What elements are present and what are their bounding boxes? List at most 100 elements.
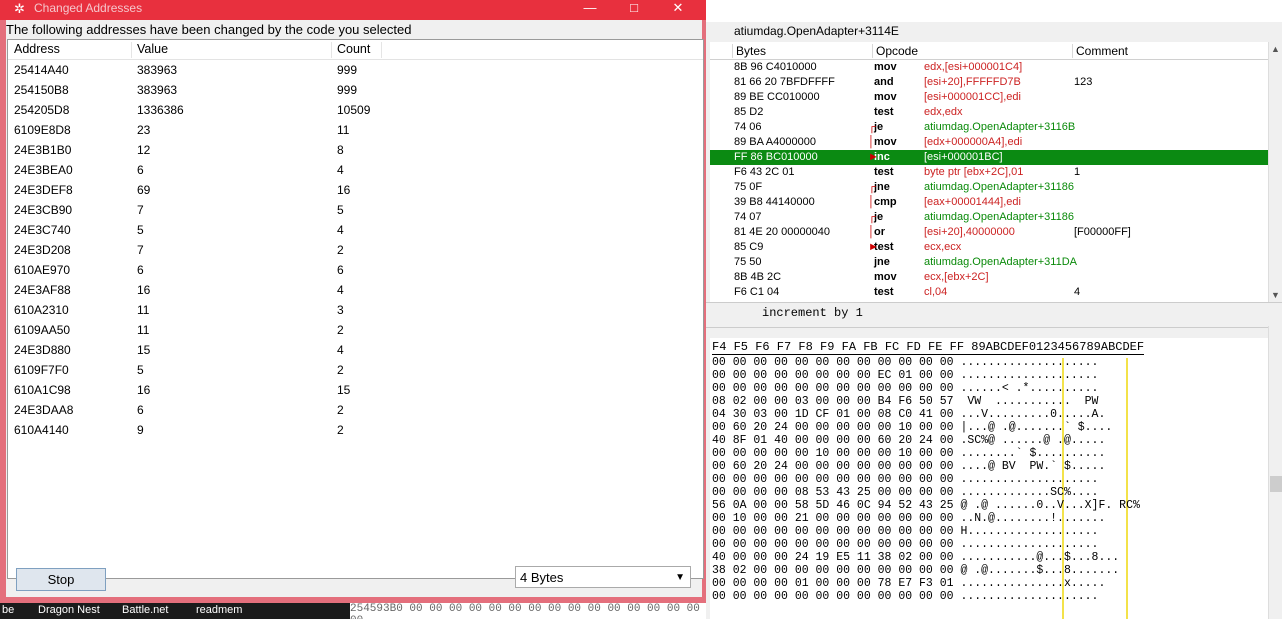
disassembly-row[interactable]: 85 C9 test ecx,ecx ► (710, 240, 1268, 255)
table-row[interactable]: 24E3AF88 16 4 (8, 280, 703, 300)
disassembler-scrollbar[interactable]: ▲ ▼ (1268, 42, 1282, 302)
hex-row[interactable]: 04 30 03 00 1D CF 01 00 08 C0 41 00 ...V… (712, 408, 1105, 421)
table-row[interactable]: 24E3CB90 7 5 (8, 200, 703, 220)
table-row[interactable]: 24E3C740 5 4 (8, 220, 703, 240)
hex-row[interactable]: 40 00 00 00 24 19 E5 11 38 02 00 00 ....… (712, 551, 1119, 564)
hex-row[interactable]: 00 00 00 00 00 00 00 00 00 00 00 00 H...… (712, 525, 1098, 538)
table-row[interactable]: 6109AA50 11 2 (8, 320, 703, 340)
column-opcode[interactable]: Opcode (872, 44, 918, 58)
hex-view[interactable]: F4 F5 F6 F7 F8 F9 FA FB FC FD FE FF 89AB… (710, 338, 1268, 619)
table-row[interactable]: 6109F7F0 5 2 (8, 360, 703, 380)
taskbar-item[interactable]: be (2, 604, 14, 616)
table-row[interactable]: 610A2310 11 3 (8, 300, 703, 320)
hex-row[interactable]: 40 8F 01 40 00 00 00 00 60 20 24 00 .SC%… (712, 434, 1105, 447)
hex-row[interactable]: 00 60 20 24 00 00 00 00 00 10 00 00 |...… (712, 421, 1112, 434)
disassembly-row[interactable]: F6 C1 04 test cl,04 4 (710, 285, 1268, 300)
dialog-message: The following addresses have been change… (6, 22, 412, 37)
table-row[interactable]: 610AE970 6 6 (8, 260, 703, 280)
table-row[interactable]: 24E3B1B0 12 8 (8, 140, 703, 160)
address-cell: 6109F7F0 (14, 363, 69, 377)
hex-row[interactable]: 00 00 00 00 00 00 00 00 00 00 00 00 ....… (712, 382, 1098, 395)
instruction-operands: edx,[esi+000001C4] (924, 61, 1023, 73)
table-row[interactable]: 24E3DEF8 69 16 (8, 180, 703, 200)
stop-button[interactable]: Stop (16, 568, 106, 591)
address-cell: 254205D8 (14, 103, 70, 117)
disassembly-row[interactable]: 89 BE CC010000 mov [esi+000001CC],edi (710, 90, 1268, 105)
count-cell: 999 (337, 83, 358, 97)
disassembly-row[interactable]: 39 B8 44140000 cmp [eax+00001444],edi │ (710, 195, 1268, 210)
hex-row[interactable]: 00 00 00 00 00 00 00 00 00 00 00 00 ....… (712, 590, 1098, 603)
hex-scrollbar[interactable] (1268, 326, 1282, 619)
table-row[interactable]: 24E3DAA8 6 2 (8, 400, 703, 420)
scroll-up-icon[interactable]: ▲ (1271, 44, 1280, 54)
disassembly-row[interactable]: 74 06 je atiumdag.OpenAdapter+3116B ┌ (710, 120, 1268, 135)
maximize-button[interactable]: □ (612, 0, 656, 17)
table-row[interactable]: 610A4140 9 2 (8, 420, 703, 440)
hex-row[interactable]: 00 00 00 00 00 00 00 00 00 00 00 00 ....… (712, 473, 1098, 486)
disassembly-row[interactable]: F6 43 2C 01 test byte ptr [ebx+2C],01 1 (710, 165, 1268, 180)
table-row[interactable]: 6109E8D8 23 11 (8, 120, 703, 140)
hex-row[interactable]: 00 10 00 00 21 00 00 00 00 00 00 00 ..N.… (712, 512, 1105, 525)
instruction-bytes: 89 BA A4000000 (734, 136, 816, 148)
disassembly-row[interactable]: FF 86 BC010000 inc [esi+000001BC] ► (710, 150, 1268, 165)
hex-row[interactable]: 56 0A 00 00 58 5D 46 0C 94 52 43 25 @ .@… (712, 499, 1140, 512)
disassembler-listing[interactable]: 8B 96 C4010000 mov edx,[esi+000001C4] 81 66… (710, 60, 1268, 302)
hex-row[interactable]: 00 00 00 00 00 00 00 00 EC 01 00 00 ....… (712, 369, 1098, 382)
hex-row[interactable]: 00 00 00 00 08 53 43 25 00 00 00 00 ....… (712, 486, 1098, 499)
instruction-bytes: 81 66 20 7BFDFFFF (734, 76, 835, 88)
table-row[interactable]: 254150B8 383963 999 (8, 80, 703, 100)
instruction-operands: atiumdag.OpenAdapter+31186 (924, 211, 1074, 223)
instruction-operands: [esi+000001BC] (924, 151, 1003, 163)
disassembly-row[interactable]: 75 50 jne atiumdag.OpenAdapter+311DA (710, 255, 1268, 270)
count-cell: 4 (337, 163, 344, 177)
table-row[interactable]: 24E3BEA0 6 4 (8, 160, 703, 180)
column-address[interactable]: Address (8, 42, 132, 58)
value-cell: 11 (137, 323, 150, 337)
table-row[interactable]: 25414A40 383963 999 (8, 60, 703, 80)
dialog-titlebar[interactable]: ✲ Changed Addresses — □ ✕ (0, 0, 706, 20)
close-button[interactable]: ✕ (656, 0, 700, 17)
disassembly-row[interactable]: 75 0F jne atiumdag.OpenAdapter+31186 ┌ (710, 180, 1268, 195)
count-cell: 2 (337, 423, 344, 437)
disassembly-row[interactable]: 81 66 20 7BFDFFFF and [esi+20],FFFFFD7B 123 (710, 75, 1268, 90)
hex-row[interactable]: 00 00 00 00 01 00 00 00 78 E7 F3 01 ....… (712, 577, 1105, 590)
taskbar-item[interactable]: readmem (196, 604, 242, 616)
table-row[interactable]: 24E3D208 7 2 (8, 240, 703, 260)
value-cell: 7 (137, 243, 144, 257)
taskbar-item[interactable]: Dragon Nest (38, 604, 100, 616)
hex-row[interactable]: 00 60 20 24 00 00 00 00 00 00 00 00 ....… (712, 460, 1105, 473)
minimize-button[interactable]: — (568, 0, 612, 17)
scroll-down-icon[interactable]: ▼ (1271, 290, 1280, 300)
hex-row[interactable]: 00 00 00 00 00 10 00 00 00 10 00 00 ....… (712, 447, 1105, 460)
value-size-select[interactable]: 4 Bytes ▼ (515, 566, 691, 588)
disassembly-row[interactable]: 81 4E 20 00000040 or [esi+20],40000000 [F00… (710, 225, 1268, 240)
disassembly-row[interactable]: 89 BA A4000000 mov [edx+000000A4],edi │ (710, 135, 1268, 150)
column-bytes[interactable]: Bytes (732, 44, 766, 58)
disassembly-row[interactable]: 8B 96 C4010000 mov edx,[esi+000001C4] (710, 60, 1268, 75)
hex-row[interactable]: 08 02 00 00 03 00 00 00 B4 F6 50 57 VW .… (712, 395, 1098, 408)
jump-arrow-icon: ┌ (868, 181, 876, 193)
column-comment[interactable]: Comment (1072, 44, 1128, 58)
disassembly-row[interactable]: 8B 4B 2C mov ecx,[ebx+2C] (710, 270, 1268, 285)
column-count[interactable]: Count (331, 42, 382, 58)
address-cell: 24E3AF88 (14, 283, 71, 297)
changed-addresses-list[interactable]: Address Value Count 25414A40 383963 999 254… (7, 39, 704, 579)
count-cell: 4 (337, 223, 344, 237)
table-row[interactable]: 24E3D880 15 4 (8, 340, 703, 360)
hex-row[interactable]: 00 00 00 00 00 00 00 00 00 00 00 00 ....… (712, 538, 1098, 551)
disassembly-row[interactable]: 74 07 je atiumdag.OpenAdapter+31186 ┌ (710, 210, 1268, 225)
hex-row[interactable]: 00 00 00 00 00 00 00 00 00 00 00 00 ....… (712, 356, 1098, 369)
chevron-down-icon[interactable]: ▼ (675, 567, 685, 589)
taskbar-item[interactable]: Battle.net (122, 604, 168, 616)
value-cell: 16 (137, 283, 151, 297)
hex-row[interactable]: 38 02 00 00 00 00 00 00 00 00 00 00 @ .@… (712, 564, 1119, 577)
table-row[interactable]: 610A1C98 16 15 (8, 380, 703, 400)
instruction-bytes: FF 86 BC010000 (734, 151, 818, 163)
table-row[interactable]: 254205D8 1336386 10509 (8, 100, 703, 120)
disassembly-row[interactable]: 85 D2 test edx,edx (710, 105, 1268, 120)
hex-scroll-thumb[interactable] (1270, 476, 1282, 492)
address-cell: 24E3B1B0 (14, 143, 72, 157)
status-separator: increment by 1 (706, 302, 1282, 328)
column-value[interactable]: Value (131, 42, 332, 58)
jump-arrow-icon: │ (868, 136, 875, 148)
